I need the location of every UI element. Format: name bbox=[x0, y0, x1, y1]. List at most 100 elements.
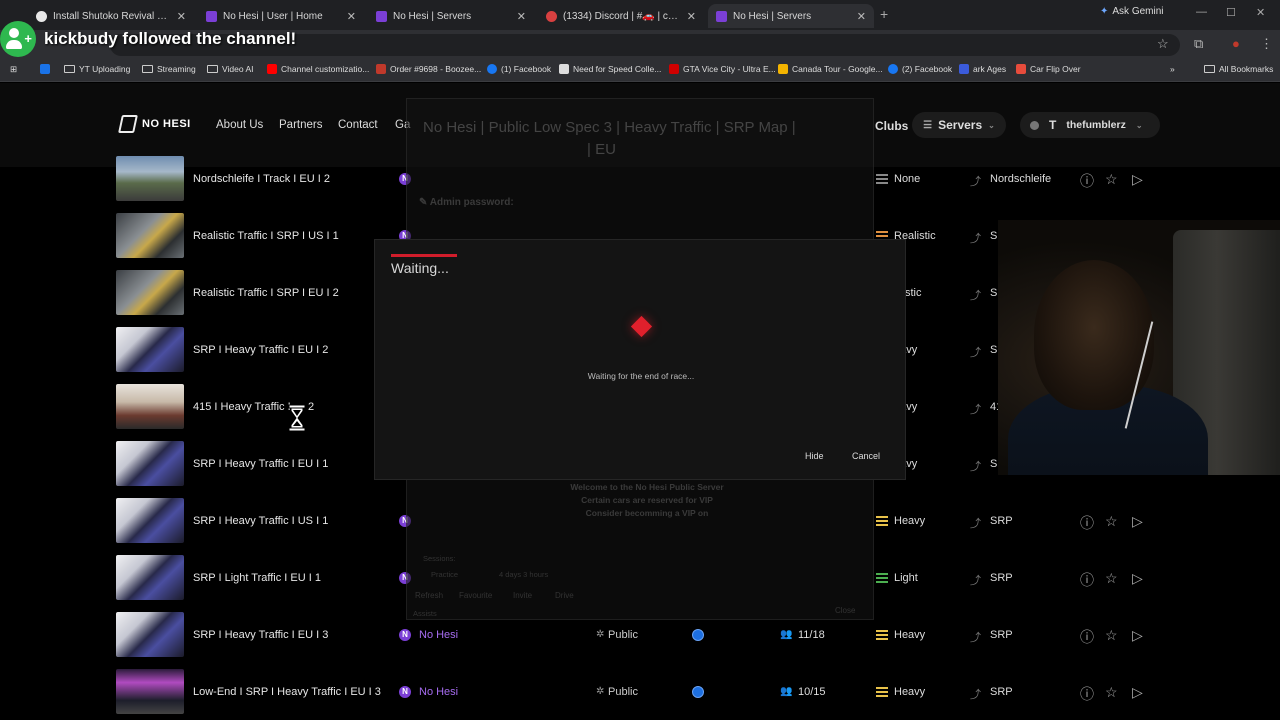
favourite-star-icon[interactable]: ☆ bbox=[1105, 513, 1118, 530]
follow-alert: + kickbudy followed the channel! bbox=[0, 21, 296, 57]
bookmark-folder[interactable]: Streaming bbox=[142, 64, 196, 74]
user-follow-icon: + bbox=[0, 21, 36, 57]
road-map-icon: ⤴ bbox=[970, 632, 981, 644]
browser-tab[interactable]: (1334) Discord | #🚗 | car-relea ✕ bbox=[538, 4, 704, 28]
hide-button[interactable]: Hide bbox=[805, 451, 824, 461]
servers-menu-button[interactable]: ☰ Servers ⌄ bbox=[912, 112, 1006, 138]
modal-title: Waiting... bbox=[391, 260, 449, 276]
chrome-favicon-icon bbox=[36, 10, 47, 22]
bookmark-item[interactable]: ark Ages bbox=[959, 64, 1006, 74]
favourite-star-icon[interactable]: ☆ bbox=[1105, 171, 1118, 188]
join-play-icon[interactable]: ▷ bbox=[1132, 171, 1143, 188]
refresh-button[interactable]: Refresh bbox=[415, 591, 443, 600]
server-visibility: Public bbox=[608, 629, 638, 641]
folder-icon bbox=[142, 65, 153, 73]
new-tab-icon[interactable]: + bbox=[880, 6, 888, 22]
youtube-icon bbox=[267, 64, 277, 74]
bookmarks-bar: ⊞ YT Uploading Streaming Video AI Channe… bbox=[0, 60, 1280, 82]
tab-close-icon[interactable]: ✕ bbox=[517, 10, 526, 23]
notification-bell-icon[interactable] bbox=[1030, 120, 1039, 130]
bookmark-folder[interactable]: Video AI bbox=[207, 64, 254, 74]
extensions-icon[interactable]: ⧉ bbox=[1194, 36, 1203, 52]
bookmark-item[interactable]: Channel customizatio... bbox=[267, 64, 369, 74]
bookmark-item[interactable]: (2) Facebook bbox=[888, 64, 952, 74]
bookmark-star-icon[interactable]: ☆ bbox=[1157, 36, 1169, 52]
server-thumbnail bbox=[116, 612, 184, 657]
bookmark-item[interactable]: Canada Tour - Google... bbox=[778, 64, 883, 74]
server-thumbnail bbox=[116, 384, 184, 429]
info-icon[interactable]: ⓘ bbox=[1080, 513, 1094, 533]
road-map-icon: ⤴ bbox=[970, 176, 981, 188]
bookmark-item[interactable]: Need for Speed Colle... bbox=[559, 64, 661, 74]
server-name: Realistic Traffic I SRP I EU I 2 bbox=[193, 287, 339, 299]
cancel-button[interactable]: Cancel bbox=[852, 451, 880, 461]
server-thumbnail bbox=[116, 156, 184, 201]
server-name-suffix: 2 bbox=[308, 401, 315, 413]
profile-icon[interactable]: ● bbox=[1232, 36, 1240, 51]
join-play-icon[interactable]: ▷ bbox=[1132, 627, 1143, 644]
minimize-icon[interactable]: — bbox=[1196, 6, 1207, 18]
browser-tab[interactable]: No Hesi | Servers ✕ bbox=[368, 4, 534, 28]
maximize-icon[interactable]: ☐ bbox=[1226, 6, 1236, 19]
server-name: Realistic Traffic I SRP I US I 1 bbox=[193, 230, 339, 242]
traffic-level-icon bbox=[876, 630, 888, 640]
all-bookmarks-folder[interactable]: All Bookmarks bbox=[1204, 64, 1273, 74]
discord-favicon-icon bbox=[546, 10, 557, 22]
nav-partners[interactable]: Partners bbox=[279, 119, 322, 131]
nohesi-favicon-icon bbox=[716, 10, 727, 22]
bookmark-folder[interactable]: YT Uploading bbox=[64, 64, 130, 74]
nav-contact[interactable]: Contact bbox=[338, 119, 378, 131]
invite-button[interactable]: Invite bbox=[513, 591, 532, 600]
username: thefumblerz bbox=[1066, 119, 1126, 131]
ask-gemini-button[interactable]: ✦ Ask Gemini bbox=[1100, 6, 1164, 17]
user-menu-button[interactable]: T thefumblerz ⌄ bbox=[1020, 112, 1160, 138]
road-map-icon: ⤴ bbox=[970, 347, 981, 359]
drive-button[interactable]: Drive bbox=[555, 591, 574, 600]
favourite-star-icon[interactable]: ☆ bbox=[1105, 684, 1118, 701]
admin-password-label: ✎ Admin password: bbox=[419, 197, 514, 208]
bookmark-item[interactable]: GTA Vice City - Ultra E... bbox=[669, 64, 776, 74]
sessions-label: Sessions: bbox=[423, 554, 456, 563]
players-icon: 👥 bbox=[780, 629, 793, 640]
tab-label: No Hesi | Servers bbox=[733, 10, 812, 22]
browser-tab-active[interactable]: No Hesi | Servers ✕ bbox=[708, 4, 874, 28]
server-details-title: No Hesi | Public Low Spec 3 | Heavy Traf… bbox=[423, 119, 796, 158]
nav-about-us[interactable]: About Us bbox=[216, 119, 263, 131]
tab-close-icon[interactable]: ✕ bbox=[347, 10, 356, 23]
tab-close-icon[interactable]: ✕ bbox=[687, 10, 696, 23]
nav-clubs[interactable]: Clubs bbox=[875, 119, 908, 133]
menu-icon[interactable]: ⋮ bbox=[1260, 36, 1273, 52]
server-name: 415 I Heavy Traffic I bbox=[193, 401, 291, 413]
favourite-star-icon[interactable]: ☆ bbox=[1105, 570, 1118, 587]
favourite-button[interactable]: Favourite bbox=[459, 591, 492, 600]
join-play-icon[interactable]: ▷ bbox=[1132, 684, 1143, 701]
info-icon[interactable]: ⓘ bbox=[1080, 570, 1094, 590]
chevron-down-icon: ⌄ bbox=[988, 120, 995, 130]
tab-label: No Hesi | User | Home bbox=[223, 10, 323, 22]
close-dialog-button[interactable]: Close bbox=[835, 606, 855, 615]
outlook-bookmark-icon[interactable] bbox=[40, 64, 50, 74]
server-welcome-text: Welcome to the No Hesi Public Server Cer… bbox=[570, 482, 724, 518]
close-window-icon[interactable]: ✕ bbox=[1256, 6, 1265, 19]
info-icon[interactable]: ⓘ bbox=[1080, 627, 1094, 647]
site-logo[interactable]: NO HESI bbox=[118, 115, 191, 133]
bookmark-item[interactable]: Order #9698 - Boozee... bbox=[376, 64, 481, 74]
server-traffic: Heavy bbox=[894, 686, 926, 698]
bookmark-item[interactable]: Car Flip Over bbox=[1016, 64, 1081, 74]
server-row[interactable]: Low-End I SRP I Heavy Traffic I EU I 3 NN… bbox=[0, 663, 1280, 720]
server-traffic: Light bbox=[894, 572, 918, 584]
assists-button[interactable]: Assists bbox=[413, 609, 437, 618]
tab-close-icon[interactable]: ✕ bbox=[177, 10, 186, 23]
favourite-star-icon[interactable]: ☆ bbox=[1105, 627, 1118, 644]
info-icon[interactable]: ⓘ bbox=[1080, 171, 1094, 191]
join-play-icon[interactable]: ▷ bbox=[1132, 513, 1143, 530]
session-time: 4 days 3 hours bbox=[499, 570, 549, 579]
bookmark-item[interactable]: (1) Facebook bbox=[487, 64, 551, 74]
traffic-level-icon bbox=[876, 516, 888, 526]
join-play-icon[interactable]: ▷ bbox=[1132, 570, 1143, 587]
tab-close-icon[interactable]: ✕ bbox=[857, 10, 866, 23]
server-name: Nordschleife I Track I EU I 2 bbox=[193, 173, 330, 185]
info-icon[interactable]: ⓘ bbox=[1080, 684, 1094, 704]
bookmarks-overflow-icon[interactable]: » bbox=[1170, 64, 1175, 74]
apps-grid-icon[interactable]: ⊞ bbox=[10, 64, 17, 75]
